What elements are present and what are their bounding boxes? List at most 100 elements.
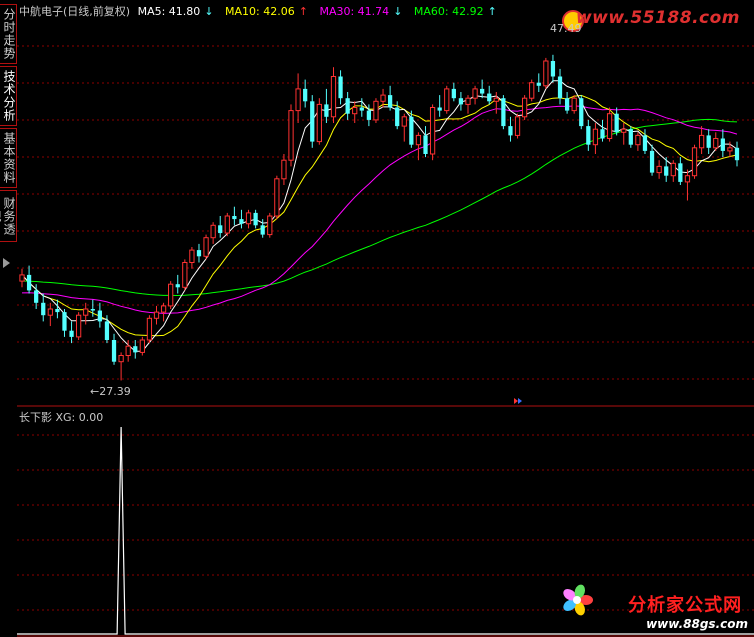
scroll-marker-icon (514, 398, 518, 404)
candle-body (125, 345, 131, 357)
candle-body (288, 110, 294, 161)
candle-body (713, 138, 719, 149)
candle-body (600, 129, 605, 139)
candle-body (621, 128, 627, 133)
candle-body (670, 162, 676, 177)
candle-body (69, 330, 74, 337)
candle-body (592, 128, 599, 146)
candle-body (550, 61, 556, 77)
ma5-arrow-icon: ↓ (204, 5, 214, 18)
candle-body (47, 308, 53, 316)
low-price-label: ←27.39 (90, 385, 131, 398)
candle-body (571, 97, 577, 112)
price-chart[interactable] (17, 0, 754, 637)
candle-body (472, 88, 478, 99)
tab-fundamentals[interactable]: 基本资料 (0, 128, 17, 188)
candle-body (203, 237, 209, 257)
candle-body (678, 163, 683, 182)
tab-intraday[interactable]: 分时走势 (0, 4, 17, 64)
candle-body (529, 82, 535, 99)
candle-body (196, 250, 202, 257)
candle-body (83, 308, 89, 316)
candle-body (684, 175, 691, 183)
candle-body (409, 116, 414, 145)
indicator-name: 长下影 (19, 411, 52, 424)
candle-body (698, 134, 705, 149)
candle-body (352, 107, 358, 115)
candle-body (19, 274, 25, 282)
chart-area[interactable]: 中航电子(日线,前复权) MA5: 41.80 ↓ MA10: 42.06 ↑ MA… (17, 0, 754, 637)
candle-body (501, 98, 506, 127)
candle-body (260, 225, 265, 235)
candle-body (41, 302, 46, 316)
ma30-value: MA30: 41.74 (319, 5, 390, 18)
candle-body (104, 321, 110, 340)
candle-body (444, 88, 450, 112)
candle-body (606, 113, 613, 139)
candle-body (664, 166, 669, 176)
candle-body (303, 88, 308, 102)
scroll-marker-icon (518, 398, 522, 404)
candle-body (437, 107, 442, 111)
candle-body (614, 113, 619, 133)
candle-body (493, 97, 499, 102)
candle-body (153, 311, 160, 319)
candle-body (635, 134, 641, 146)
candle-body (642, 135, 648, 151)
indicator-value: XG: 0.00 (55, 411, 104, 424)
candle-body (557, 76, 563, 99)
candle-body (734, 147, 740, 161)
candle-body (628, 129, 633, 145)
tab-financials[interactable]: 财务透视 (0, 190, 17, 242)
candle-body (210, 224, 216, 239)
candle-body (338, 76, 343, 99)
sidebar: 分时走势 技术分析 基本资料 财务透视 (0, 0, 17, 637)
candle-body (139, 339, 145, 353)
candle-body (380, 94, 386, 102)
ma5-line (21, 80, 738, 352)
candle-body (415, 134, 422, 146)
candle-body (429, 107, 436, 155)
candle-body (656, 165, 662, 174)
candle-body (76, 314, 82, 338)
candle-body (564, 98, 570, 111)
flower-logo-icon (573, 596, 581, 604)
candle-body (310, 101, 315, 142)
candle-body (330, 76, 337, 118)
candle-body (451, 88, 456, 99)
candle-body (26, 274, 32, 291)
watermark-55188-text: www.55188.com (575, 8, 740, 28)
candle-body (97, 310, 102, 322)
ma5-value: MA5: 41.80 (137, 5, 201, 18)
candle-body (133, 346, 138, 353)
candle-body (366, 110, 372, 120)
ma30-label: MA30: 41.74 ↓ (319, 5, 406, 18)
ma10-value: MA10: 42.06 (225, 5, 295, 18)
candle-body (168, 283, 174, 307)
candle-body (536, 82, 541, 86)
tab-technical[interactable]: 技术分析 (0, 66, 17, 126)
candle-body (373, 100, 379, 121)
candle-body (649, 150, 655, 173)
candle-body (267, 215, 273, 236)
collapse-arrow-icon[interactable] (3, 258, 10, 268)
candle-body (111, 340, 117, 362)
candle-body (239, 219, 244, 224)
candle-body (522, 97, 528, 118)
ma60-label: MA60: 42.92 ↑ (414, 5, 501, 18)
watermark-55188: www.55188.com (576, 8, 740, 28)
ma10-label: MA10: 42.06 ↑ (225, 5, 312, 18)
candle-body (345, 98, 350, 114)
candle-body (720, 138, 725, 151)
candle-body (458, 98, 464, 105)
candle-body (316, 103, 322, 143)
candle-body (706, 135, 711, 148)
candle-body (508, 126, 513, 136)
candle-body (146, 317, 153, 341)
candle-body (175, 284, 180, 288)
ma-legend: 中航电子(日线,前复权) MA5: 41.80 ↓ MA10: 42.06 ↑ MA… (19, 3, 505, 19)
candle-body (34, 290, 39, 303)
candle-body (90, 309, 95, 311)
watermark-88gs-title: 分析家公式网 (628, 595, 743, 616)
candle-body (224, 215, 230, 234)
